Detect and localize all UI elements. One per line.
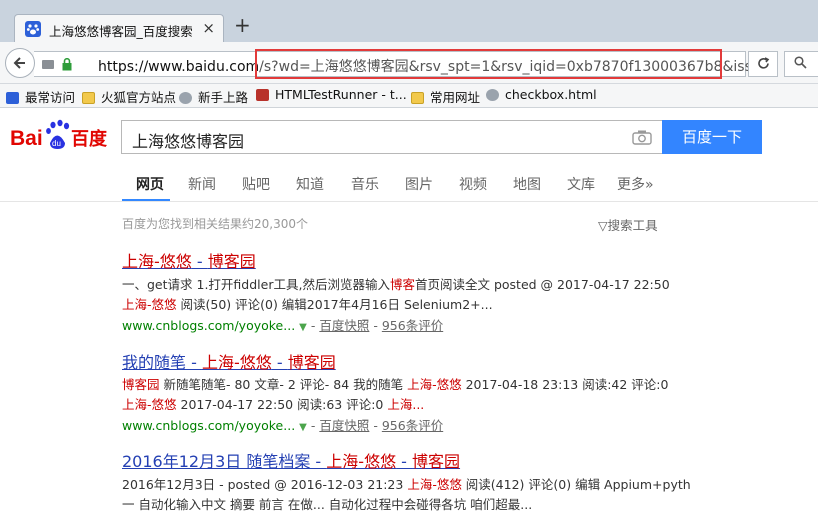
baidu-logo[interactable]: Bai du 百度 — [10, 116, 114, 156]
active-tab-underline — [122, 199, 170, 201]
bookmark-item[interactable]: 火狐官方站点 — [82, 87, 176, 105]
url-highlight-box — [255, 49, 722, 79]
close-tab-icon[interactable]: × — [202, 19, 215, 37]
bookmark-item[interactable]: HTMLTestRunner - t... — [256, 87, 407, 105]
svg-text:百度: 百度 — [71, 128, 108, 150]
folder-icon — [411, 92, 424, 104]
search-query: 上海悠悠博客园 — [132, 132, 245, 151]
tab-title: 上海悠悠博客园_百度搜索 — [49, 24, 193, 39]
result-snippet: 2016年12月3日 - posted @ 2016-12-03 21:23 上… — [122, 477, 691, 492]
lock-icon — [62, 57, 72, 75]
browser-search-box[interactable] — [784, 51, 818, 77]
svg-text:du: du — [52, 139, 61, 148]
tab-news[interactable]: 新闻 — [188, 174, 216, 194]
tab-video[interactable]: 视频 — [459, 174, 487, 194]
svg-text:Bai: Bai — [10, 127, 43, 150]
baidu-paw-icon — [25, 21, 41, 37]
back-arrow-icon — [13, 57, 25, 69]
result-title[interactable]: 上海-悠悠 - 博客园 — [122, 248, 256, 272]
htmltestrunner-icon — [256, 89, 269, 101]
globe-icon — [179, 92, 192, 104]
url-host: https://www.baidu.com — [98, 59, 260, 75]
bookmarks-bar: 最常访问 火狐官方站点 新手上路 HTMLTestRunner - t... 常… — [0, 84, 818, 108]
results-count: 百度为您找到相关结果约20,300个 — [122, 217, 308, 231]
result-url-row: www.cnblogs.com/yoyoke... ▼ - 百度快照 - 956… — [122, 418, 444, 433]
rating-link[interactable]: 956条评价 — [382, 318, 443, 333]
reload-icon — [757, 57, 769, 69]
tab-wenku[interactable]: 文库 — [567, 174, 595, 194]
result-title[interactable]: 我的随笔 - 上海-悠悠 - 博客园 — [122, 349, 336, 373]
filter-icon: ▽ — [598, 218, 608, 233]
search-input[interactable]: 上海悠悠博客园 — [121, 120, 663, 154]
tab-strip: 上海悠悠博客园_百度搜索 × + — [0, 0, 818, 43]
bookmark-item[interactable]: 常用网址 — [411, 87, 480, 105]
dropdown-arrow-icon[interactable]: ▼ — [299, 322, 307, 333]
bookmark-star-icon — [6, 92, 19, 104]
result-snippet: 博客园 新随笔随笔- 80 文章- 2 评论- 84 我的随笔 上海-悠悠 20… — [122, 377, 669, 392]
category-tabs: 网页 新闻 贴吧 知道 音乐 图片 视频 地图 文库 更多» — [0, 166, 818, 202]
snapshot-link[interactable]: 百度快照 — [319, 318, 369, 333]
globe-icon — [486, 89, 499, 101]
search-button[interactable]: 百度一下 — [662, 120, 762, 154]
tab-music[interactable]: 音乐 — [351, 174, 379, 194]
result-snippet: 一、get请求 1.打开fiddler工具,然后浏览器输入博客首页阅读全文 po… — [122, 277, 670, 292]
bookmark-item[interactable]: 新手上路 — [179, 87, 248, 105]
browser-tab[interactable]: 上海悠悠博客园_百度搜索 × — [14, 14, 224, 43]
camera-icon[interactable] — [632, 129, 652, 149]
tab-zhidao[interactable]: 知道 — [296, 174, 324, 194]
result-title[interactable]: 2016年12月3日 随笔档案 - 上海-悠悠 - 博客园 — [122, 448, 460, 472]
search-icon — [794, 56, 807, 69]
bookmark-item[interactable]: 最常访问 — [6, 87, 75, 105]
baidu-header: Bai du 百度 上海悠悠博客园 百度一下 — [0, 108, 818, 166]
tab-web[interactable]: 网页 — [136, 174, 164, 194]
bookmark-item[interactable]: checkbox.html — [486, 87, 597, 105]
result-snippet: 上海-悠悠 阅读(50) 评论(0) 编辑2017年4月16日 Selenium… — [122, 297, 493, 312]
result-url-row: www.cnblogs.com/yoyoke... ▼ - 百度快照 - 956… — [122, 318, 444, 333]
tab-images[interactable]: 图片 — [405, 174, 433, 194]
back-button[interactable] — [5, 48, 35, 78]
result-snippet: 一 自动化输入中文 摘要 前言 在做... 自动化过程中会碰得各坑 咱们超最..… — [122, 497, 533, 512]
snapshot-link[interactable]: 百度快照 — [319, 418, 369, 433]
result-snippet: 上海-悠悠 2017-04-17 22:50 阅读:63 评论:0 上海... — [122, 397, 425, 412]
result-url[interactable]: www.cnblogs.com/yoyoke... — [122, 418, 295, 433]
rating-link[interactable]: 956条评价 — [382, 418, 443, 433]
tab-more[interactable]: 更多» — [617, 174, 654, 194]
tab-maps[interactable]: 地图 — [513, 174, 541, 194]
folder-icon — [82, 92, 95, 104]
search-tools-button[interactable]: ▽搜索工具 — [598, 215, 658, 234]
page-info-icon[interactable] — [42, 60, 54, 69]
result-url[interactable]: www.cnblogs.com/yoyoke... — [122, 318, 295, 333]
dropdown-arrow-icon[interactable]: ▼ — [299, 422, 307, 433]
tab-tieba[interactable]: 贴吧 — [242, 174, 270, 194]
reload-button[interactable] — [748, 51, 778, 77]
new-tab-button[interactable]: + — [234, 15, 251, 35]
